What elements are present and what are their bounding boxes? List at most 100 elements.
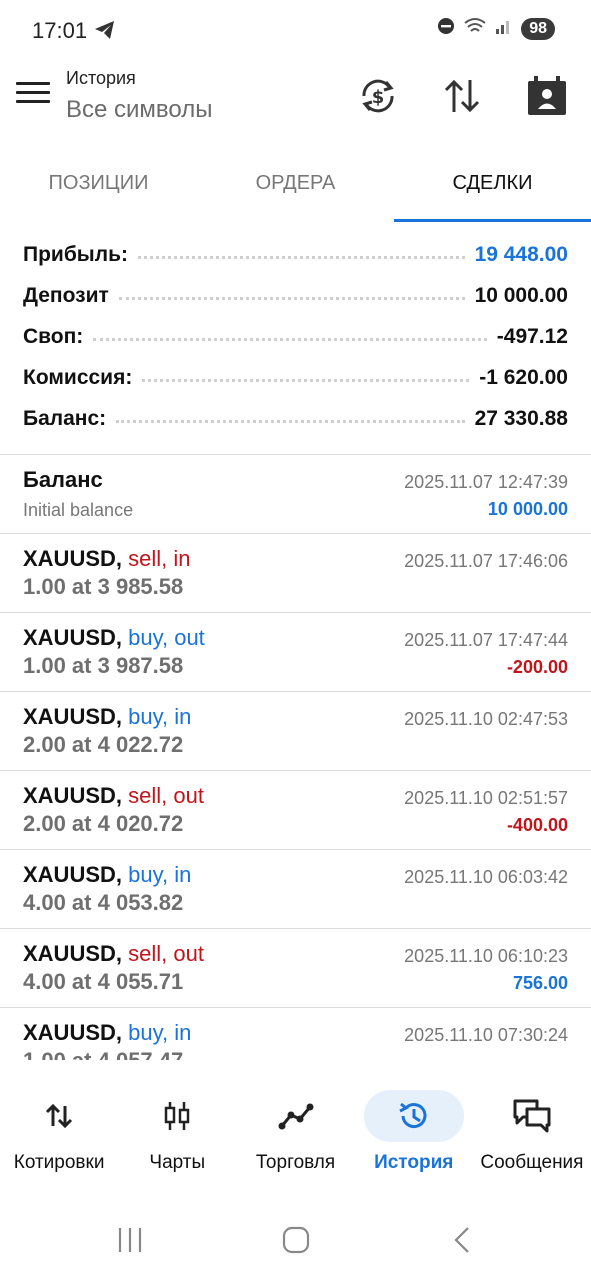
deal-volume: 2.00 at 4 022.72 — [23, 732, 184, 757]
deal-volume: 1.00 at 4 057.47 — [23, 1048, 183, 1060]
deal-symbol: XAUUSD, buy, out — [23, 625, 205, 651]
deal-datetime: 2025.11.07 12:47:39 — [404, 472, 568, 492]
deal-side: sell, in — [128, 546, 191, 571]
nav-label: История — [374, 1152, 454, 1173]
dotted-leader — [93, 338, 487, 341]
deal-symbol-text: XAUUSD, — [23, 941, 123, 966]
deal-volume: 4.00 at 4 055.71 — [23, 969, 184, 994]
summary-label: Прибыль: — [23, 242, 138, 267]
list-item[interactable]: XAUUSD, sell, out 4.00 at 4 055.71 2025.… — [0, 928, 591, 1007]
currency-exchange-icon[interactable]: $ — [356, 74, 400, 118]
deal-result: -400.00 — [506, 815, 568, 835]
tab-orders[interactable]: ОРДЕРА — [197, 150, 394, 222]
deal-side: buy, in — [128, 704, 192, 729]
nav-label: Торговля — [255, 1152, 336, 1173]
deal-datetime: 2025.11.07 17:46:06 — [404, 551, 568, 571]
deal-title: Баланс — [23, 467, 103, 492]
deal-side: sell, out — [128, 941, 204, 966]
deal-symbol: XAUUSD, buy, in — [23, 862, 191, 888]
nav-label: Сообщения — [480, 1152, 584, 1173]
nav-trade[interactable]: Торговля — [236, 1082, 354, 1182]
nav-label: Чарты — [149, 1152, 206, 1173]
deal-datetime: 2025.11.10 02:51:57 — [404, 788, 568, 808]
report-icon[interactable] — [524, 74, 568, 118]
deal-symbol-text: XAUUSD, — [23, 546, 123, 571]
menu-icon[interactable] — [16, 82, 50, 112]
deal-datetime: 2025.11.10 06:03:42 — [404, 867, 568, 887]
history-tabs: ПОЗИЦИИ ОРДЕРА СДЕЛКИ — [0, 150, 591, 222]
nav-history[interactable]: История — [355, 1082, 473, 1182]
deal-volume: 4.00 at 4 053.82 — [23, 890, 184, 915]
deal-symbol: XAUUSD, sell, out — [23, 783, 204, 809]
nav-charts[interactable]: Чарты — [118, 1082, 236, 1182]
list-item[interactable]: XAUUSD, buy, in 4.00 at 4 053.82 2025.11… — [0, 849, 591, 928]
dotted-leader — [116, 420, 465, 423]
deal-datetime: 2025.11.10 06:10:23 — [404, 946, 568, 966]
list-item-balance[interactable]: Баланс Initial balance 2025.11.07 12:47:… — [0, 454, 591, 533]
status-icons: 98 — [437, 17, 555, 40]
summary-block: Прибыль: 19 448.00 Депозит 10 000.00 Сво… — [0, 234, 591, 439]
home-icon[interactable] — [276, 1222, 316, 1258]
deal-side: buy, in — [128, 1020, 192, 1045]
telegram-icon — [94, 20, 116, 45]
deal-side: sell, out — [128, 783, 204, 808]
dotted-leader — [137, 256, 465, 259]
summary-value: 10 000.00 — [464, 283, 568, 308]
candles-icon — [127, 1090, 227, 1142]
nav-messages[interactable]: Сообщения — [473, 1082, 591, 1182]
back-icon[interactable] — [444, 1222, 484, 1258]
deal-volume: 1.00 at 3 987.58 — [23, 653, 184, 678]
deal-volume: 2.00 at 4 020.72 — [23, 811, 184, 836]
deal-symbol: XAUUSD, buy, in — [23, 704, 191, 730]
nav-quotes[interactable]: Котировки — [0, 1082, 118, 1182]
summary-row-balance: Баланс: 27 330.88 — [0, 398, 591, 439]
app-header: История Все символы $ — [0, 62, 591, 148]
deal-volume: 1.00 at 3 985.58 — [23, 574, 184, 599]
wifi-icon — [463, 17, 487, 40]
symbol-filter[interactable]: Все символы — [66, 96, 212, 124]
deals-list[interactable]: Баланс Initial balance 2025.11.07 12:47:… — [0, 454, 591, 1060]
battery-indicator: 98 — [521, 17, 555, 40]
deal-result: -200.00 — [506, 657, 568, 677]
summary-value: -497.12 — [486, 324, 568, 349]
system-navigation-bar — [0, 1200, 591, 1280]
dotted-leader — [142, 379, 470, 382]
history-clock-icon — [363, 1090, 464, 1142]
recent-apps-icon[interactable] — [112, 1222, 152, 1258]
summary-label: Комиссия: — [23, 365, 143, 390]
signal-icon — [495, 17, 513, 40]
summary-label: Своп: — [23, 324, 94, 349]
deal-datetime: 2025.11.07 17:47:44 — [404, 630, 568, 650]
list-item[interactable]: XAUUSD, sell, out 2.00 at 4 020.72 2025.… — [0, 770, 591, 849]
deal-result: 756.00 — [512, 973, 568, 993]
summary-label: Баланс: — [23, 406, 117, 431]
dotted-leader — [118, 297, 465, 300]
list-item[interactable]: XAUUSD, buy, in 2.00 at 4 022.72 2025.11… — [0, 691, 591, 770]
summary-value: 19 448.00 — [464, 242, 568, 267]
list-item[interactable]: XAUUSD, buy, in 1.00 at 4 057.47 2025.11… — [0, 1007, 591, 1060]
tab-positions[interactable]: ПОЗИЦИИ — [0, 150, 197, 222]
do-not-disturb-icon — [437, 17, 455, 40]
summary-value: -1 620.00 — [469, 365, 568, 390]
deal-datetime: 2025.11.10 07:30:24 — [404, 1025, 568, 1045]
sort-icon[interactable] — [440, 74, 484, 118]
summary-row-swap: Своп: -497.12 — [0, 316, 591, 357]
deal-symbol: XAUUSD, sell, out — [23, 941, 204, 967]
svg-text:$: $ — [372, 87, 385, 108]
summary-row-profit: Прибыль: 19 448.00 — [0, 234, 591, 275]
deal-symbol-text: XAUUSD, — [23, 704, 123, 729]
deal-symbol-text: XAUUSD, — [23, 783, 123, 808]
deal-side: buy, out — [128, 625, 205, 650]
messages-icon — [482, 1090, 582, 1142]
tab-deals[interactable]: СДЕЛКИ — [394, 150, 591, 222]
summary-row-commission: Комиссия: -1 620.00 — [0, 357, 591, 398]
bottom-navigation: Котировки Чарты Торговля История Сообщен… — [0, 1082, 591, 1182]
summary-row-deposit: Депозит 10 000.00 — [0, 275, 591, 316]
list-item[interactable]: XAUUSD, sell, in 1.00 at 3 985.58 2025.1… — [0, 533, 591, 612]
trade-line-icon — [246, 1090, 346, 1142]
deal-result: 10 000.00 — [487, 499, 568, 519]
deal-symbol: XAUUSD, sell, in — [23, 546, 191, 572]
list-item[interactable]: XAUUSD, buy, out 1.00 at 3 987.58 2025.1… — [0, 612, 591, 691]
deal-symbol-text: XAUUSD, — [23, 1020, 123, 1045]
summary-value: 27 330.88 — [464, 406, 568, 431]
